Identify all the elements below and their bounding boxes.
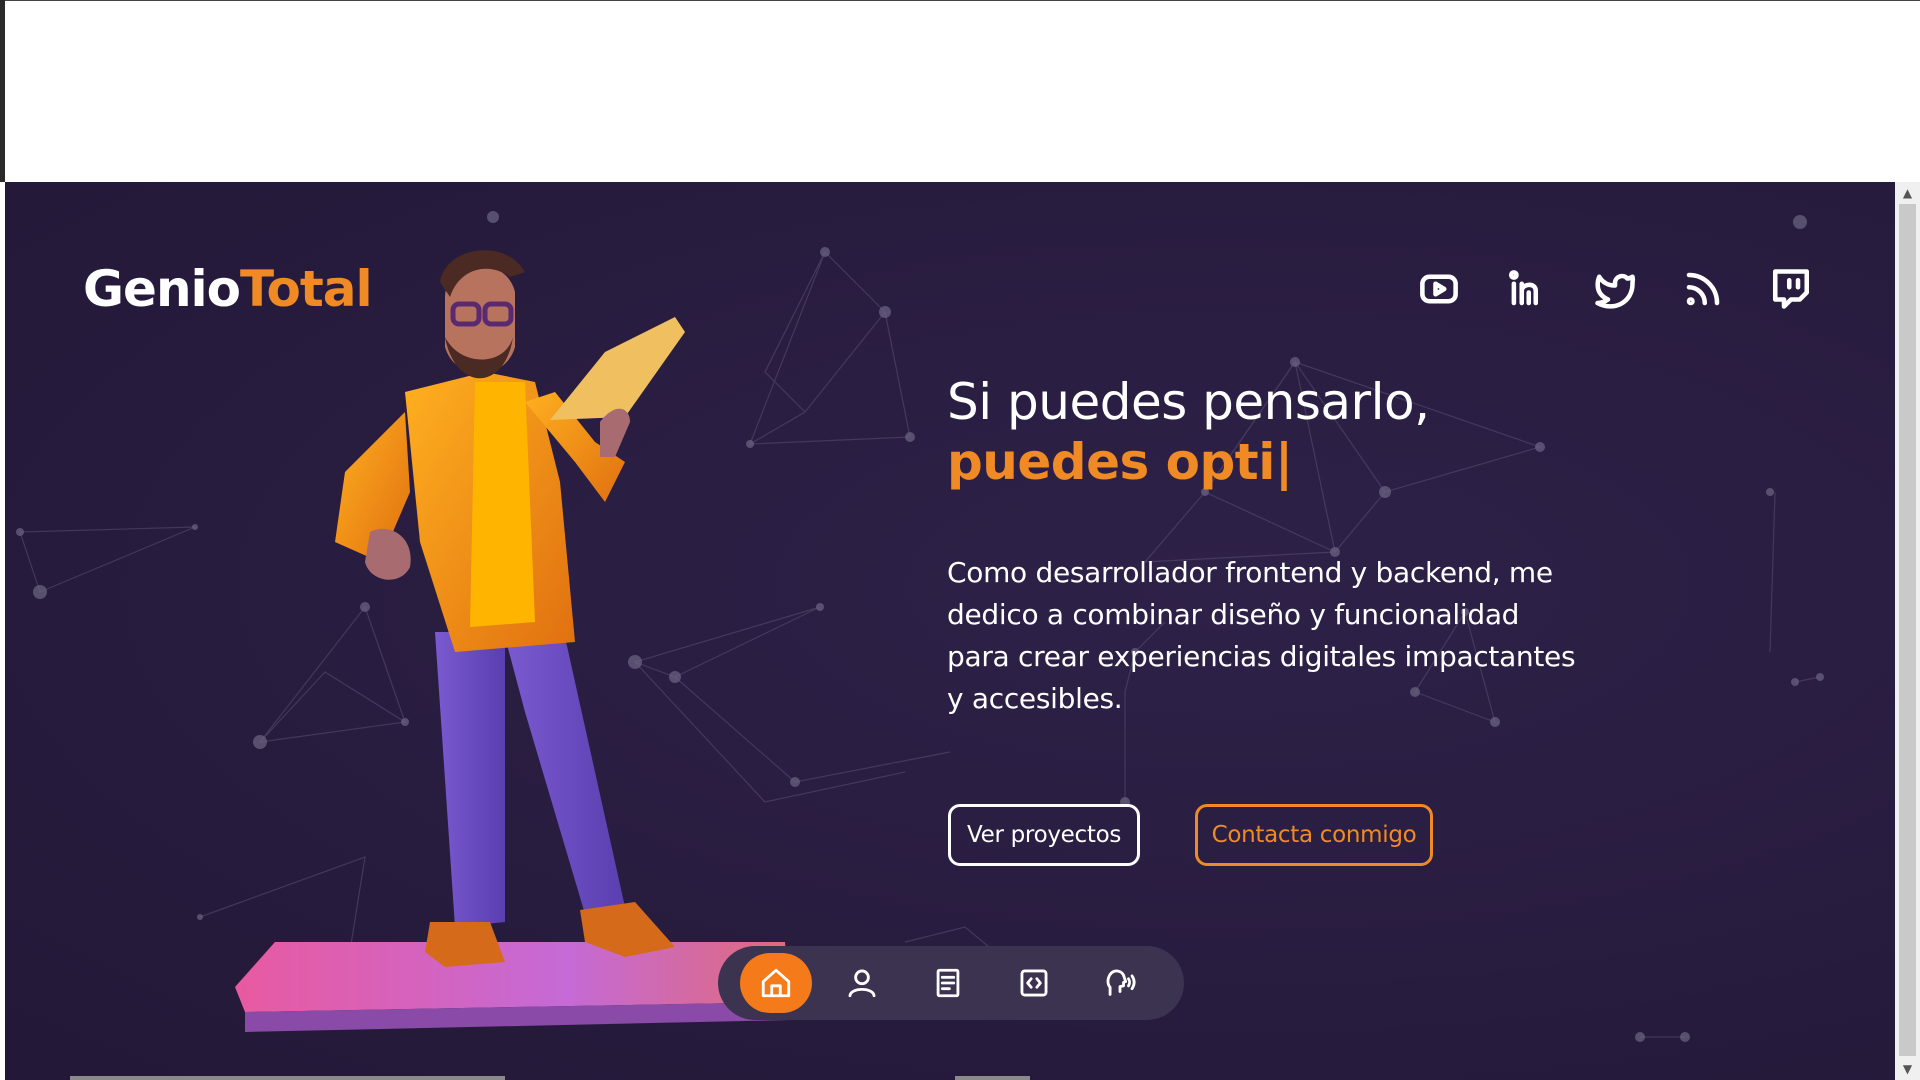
- nav-projects[interactable]: [998, 953, 1070, 1013]
- horizontal-scroll-segment: [955, 1076, 1030, 1080]
- speech-icon: [1106, 969, 1136, 996]
- nav-home[interactable]: [740, 953, 812, 1013]
- scroll-down-arrow-icon[interactable]: ▼: [1895, 1058, 1920, 1080]
- view-projects-button[interactable]: Ver proyectos: [948, 804, 1140, 866]
- hero-description: Como desarrollador frontend y backend, m…: [947, 556, 1576, 715]
- contact-button[interactable]: Contacta conmigo: [1195, 804, 1433, 866]
- vertical-scrollbar[interactable]: ▲ ▼: [1895, 182, 1920, 1080]
- horizontal-scroll-track: [70, 1076, 505, 1080]
- youtube-icon[interactable]: [1417, 267, 1461, 311]
- nav-about[interactable]: [826, 953, 898, 1013]
- rss-icon[interactable]: [1681, 267, 1725, 311]
- scrollbar-thumb[interactable]: [1899, 204, 1916, 1056]
- scroll-up-arrow-icon[interactable]: ▲: [1895, 182, 1920, 204]
- headline-line2: puedes opti|: [947, 432, 1747, 492]
- headline-typed-text: puedes opti: [947, 433, 1275, 491]
- browser-top-area: [0, 0, 1920, 182]
- hero-headline: Si puedes pensarlo, puedes opti|: [947, 372, 1747, 492]
- home-icon: [761, 968, 791, 998]
- linkedin-icon[interactable]: [1505, 267, 1549, 311]
- typing-cursor: |: [1274, 433, 1293, 491]
- twitch-icon[interactable]: [1769, 267, 1813, 311]
- user-icon: [848, 969, 876, 998]
- window-top-border: [0, 0, 1920, 1]
- nav-resume[interactable]: [912, 953, 984, 1013]
- code-icon: [1020, 969, 1048, 997]
- bottom-nav: [718, 946, 1184, 1020]
- window-left-border: [0, 0, 5, 182]
- book-icon: [936, 968, 960, 998]
- social-links: [1417, 267, 1813, 311]
- twitter-icon[interactable]: [1593, 267, 1637, 311]
- nav-contact[interactable]: [1084, 953, 1156, 1013]
- hero-section: GenioTotal Si puedes pensarlo, puedes op…: [5, 182, 1895, 1080]
- headline-line1: Si puedes pensarlo,: [947, 373, 1430, 431]
- developer-illustration: [235, 250, 790, 1032]
